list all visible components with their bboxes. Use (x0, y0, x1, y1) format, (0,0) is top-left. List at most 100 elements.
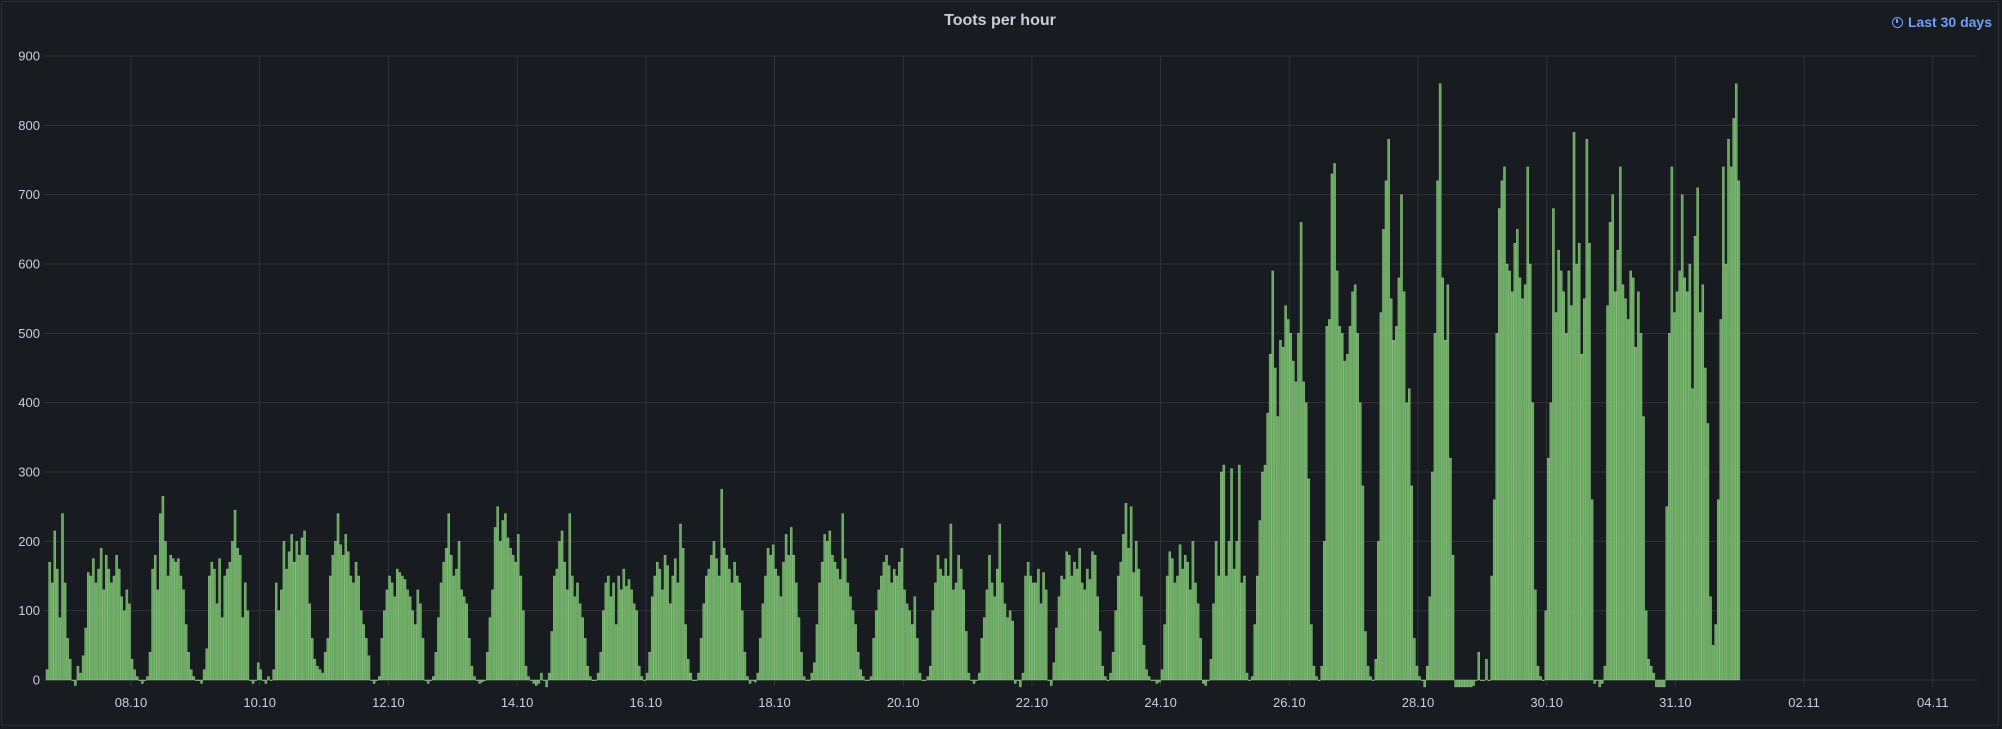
bar (424, 679, 427, 681)
bar (1572, 132, 1576, 681)
bar (895, 575, 899, 681)
bar (681, 548, 685, 681)
bar (303, 530, 306, 681)
bar (774, 568, 778, 681)
bar (460, 589, 463, 681)
bar (125, 589, 129, 681)
bar (192, 676, 196, 681)
bar (1104, 676, 1107, 681)
bar (416, 589, 420, 681)
bar (406, 589, 409, 681)
bar (1348, 326, 1352, 681)
bar (1469, 679, 1473, 688)
bar (504, 513, 507, 681)
bar (208, 575, 211, 681)
bar (638, 665, 641, 681)
bar (164, 541, 167, 681)
bar (267, 676, 270, 681)
bar (1075, 568, 1079, 681)
bar (715, 558, 718, 681)
bar (1212, 603, 1215, 681)
bar (1304, 402, 1308, 681)
bar (1359, 402, 1362, 681)
bar (810, 672, 814, 681)
bar (898, 561, 901, 681)
bar (511, 555, 515, 681)
bar (983, 617, 986, 681)
bar (553, 575, 556, 681)
bar (195, 679, 198, 681)
bar (411, 610, 414, 681)
bar (1196, 603, 1200, 681)
bar (177, 558, 180, 681)
bar (1482, 679, 1486, 681)
bar (1201, 679, 1205, 684)
bar (630, 589, 633, 681)
bar (1039, 603, 1043, 681)
bar (1274, 367, 1277, 681)
bar (166, 575, 170, 681)
bar (419, 603, 422, 681)
bar (1276, 416, 1280, 681)
bar (1384, 180, 1388, 681)
bar (1101, 665, 1105, 681)
bar (1498, 208, 1501, 681)
bar (1428, 596, 1432, 681)
bar (184, 624, 188, 681)
bar (1122, 534, 1125, 681)
bar (1485, 659, 1488, 681)
bar (1423, 679, 1426, 688)
bar (1675, 291, 1679, 681)
bar (372, 679, 376, 684)
bar (501, 520, 505, 681)
bar (370, 679, 373, 681)
bar (565, 589, 569, 681)
bar (723, 548, 726, 681)
bar (272, 669, 275, 681)
x-tick-label: 02.11 (1788, 695, 1820, 710)
bar (329, 575, 332, 681)
bar (1647, 659, 1650, 681)
bar (692, 679, 695, 681)
bar (1279, 340, 1282, 681)
bar (1322, 541, 1326, 681)
bar (656, 561, 659, 681)
bar (1549, 402, 1553, 681)
bar (1487, 679, 1491, 681)
bar (1425, 665, 1429, 681)
bar (753, 679, 757, 683)
bar (280, 589, 283, 681)
bar (1230, 468, 1233, 681)
bar (864, 679, 868, 681)
bar (1032, 582, 1035, 681)
bar (1116, 575, 1120, 681)
bar (612, 582, 615, 681)
bar (486, 652, 489, 681)
bar (746, 676, 749, 681)
bar (1353, 284, 1357, 681)
bar (61, 513, 64, 681)
bar (58, 617, 62, 681)
bar (1178, 544, 1182, 681)
bar (1057, 596, 1061, 681)
bar (187, 652, 190, 681)
bar (849, 596, 852, 681)
bar (341, 555, 345, 681)
bar (751, 679, 754, 681)
bar (1317, 679, 1321, 681)
bar (1583, 298, 1586, 681)
bar (1729, 166, 1733, 681)
bar (256, 662, 260, 681)
bar (1183, 555, 1187, 681)
bar (877, 589, 881, 681)
bar (1356, 333, 1359, 681)
bar (1199, 638, 1202, 681)
bar (135, 676, 139, 681)
bar (1369, 676, 1372, 681)
bar (285, 568, 288, 681)
bar (733, 561, 736, 681)
bar (1706, 423, 1710, 681)
bar (277, 610, 281, 681)
bar (1106, 679, 1110, 681)
bar (854, 624, 857, 681)
